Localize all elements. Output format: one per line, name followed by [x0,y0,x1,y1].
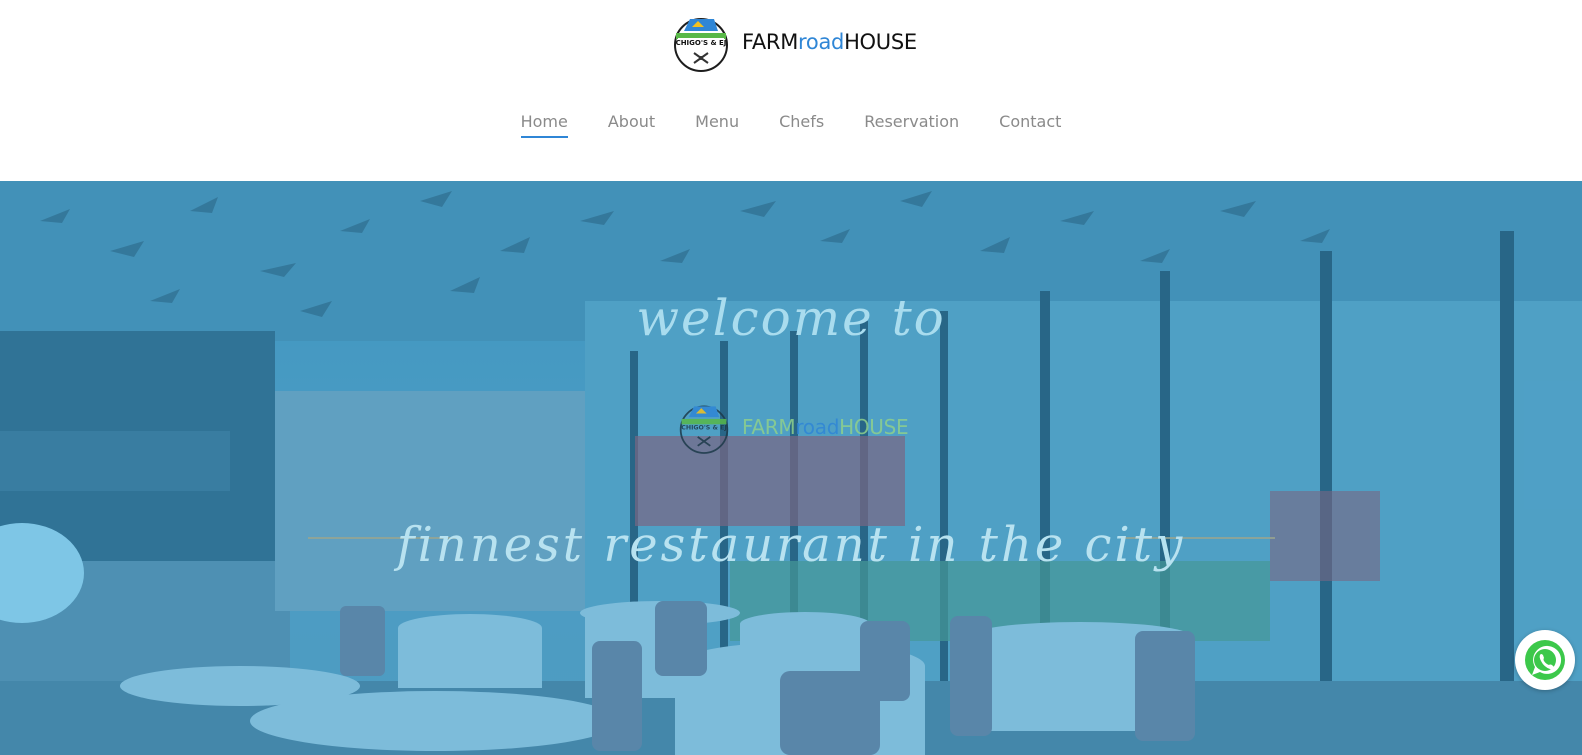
nav-item-reservation[interactable]: Reservation [864,112,959,137]
nav-item-home[interactable]: Home [520,112,569,138]
badge-text: CHIGO'S & EJ [681,425,727,432]
nav-item-about[interactable]: About [608,112,655,137]
hero-brand-name: FARMroadHOUSE [742,415,909,439]
whatsapp-chat-button[interactable] [1515,630,1575,690]
brand-logo-link[interactable]: CHIGO'S & EJ FARMroadHOUSE [672,10,917,74]
hero-color-overlay [0,181,1582,755]
chigos-ej-badge-icon: CHIGO'S & EJ [679,405,729,454]
nav-item-chefs[interactable]: Chefs [779,112,824,137]
chigos-ej-badge-icon: CHIGO'S & EJ [674,18,728,72]
hero-brand-name-prefix: FARM [742,415,796,439]
hero-banner: welcome to CHIGO'S & EJ FARMroadHOUSE fi… [0,181,1582,755]
brand-name: FARMroadHOUSE [742,30,917,54]
brand-name-accent: road [798,30,845,54]
brand-name-suffix: HOUSE [844,30,917,54]
hero-tagline: finnest restaurant in the city [396,517,1186,573]
whatsapp-icon [1525,640,1565,680]
hero-welcome-text: welcome to [636,289,946,347]
main-nav: Home About Menu Chefs Reservation Contac… [0,112,1582,138]
badge-text: CHIGO'S & EJ [676,39,727,47]
hero-brand-name-suffix: HOUSE [839,415,909,439]
nav-item-menu[interactable]: Menu [695,112,739,137]
nav-item-contact[interactable]: Contact [999,112,1061,137]
hero-brand-name-accent: road [795,415,840,439]
hero-brand-logo: CHIGO'S & EJ FARMroadHOUSE [678,399,909,455]
site-header: CHIGO'S & EJ FARMroadHOUSE Home About Me… [0,0,1582,181]
brand-name-prefix: FARM [742,30,799,54]
